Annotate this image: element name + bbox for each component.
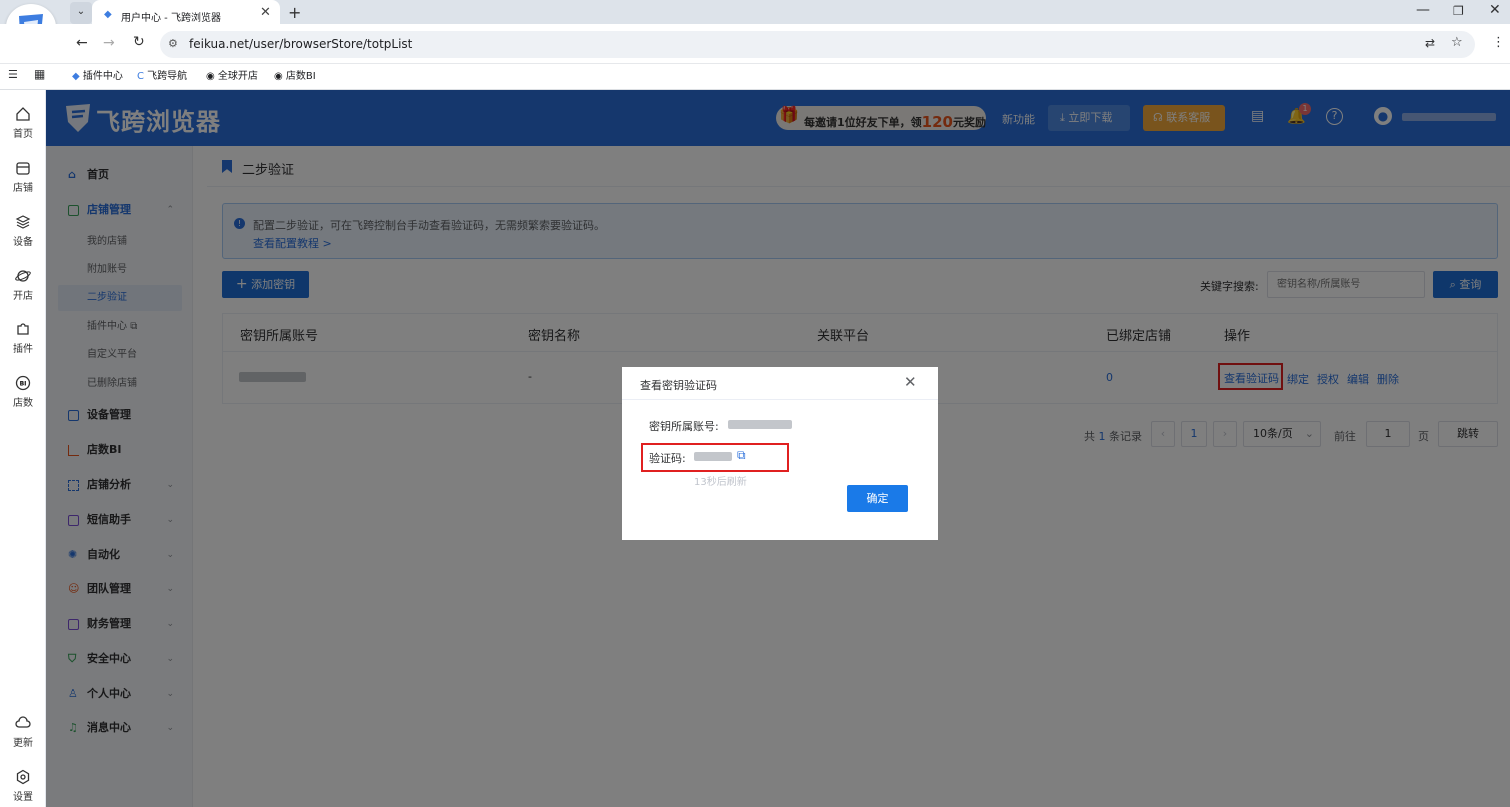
address-bar[interactable]: ⚙ feikua.net/user/browserStore/totpList … — [160, 31, 1475, 58]
forward-icon[interactable]: → — [103, 35, 115, 51]
tab-close-icon[interactable]: ✕ — [260, 5, 271, 20]
browser-menu-icon[interactable]: ⋮ — [1492, 35, 1505, 50]
puzzle-icon — [17, 323, 29, 335]
tab-favicon-icon: ◆ — [104, 9, 112, 20]
bookmark-star-icon[interactable]: ☆ — [1451, 35, 1463, 50]
bookmark-store-bi[interactable]: ◉ 店数BI — [274, 64, 316, 90]
bi-icon: BI — [15, 375, 31, 391]
site-info-icon[interactable]: ⚙ — [168, 37, 178, 50]
cloud-icon — [15, 716, 31, 728]
sidebar-toggle-icon[interactable]: ☰ — [8, 68, 18, 81]
dialog-divider — [622, 399, 938, 400]
restore-button[interactable]: ❐ — [1453, 4, 1464, 18]
copy-icon[interactable]: ⧉ — [737, 448, 746, 463]
apps-icon[interactable]: ▦ — [34, 67, 45, 81]
rail-item-settings[interactable]: 设置 — [0, 769, 46, 803]
rail-item-store[interactable]: 店铺 — [0, 160, 46, 194]
planet-icon — [15, 270, 31, 282]
home-icon — [16, 107, 30, 121]
store-icon — [16, 162, 30, 175]
dialog-account-blurred — [728, 420, 792, 429]
svg-text:BI: BI — [20, 381, 27, 388]
account-label: 密钥所属账号: — [649, 420, 719, 433]
rail-item-home[interactable]: 首页 — [0, 106, 46, 140]
minimize-button[interactable]: — — [1416, 2, 1430, 18]
tab-list-button[interactable]: ⌄ — [70, 2, 92, 24]
refresh-countdown: 13秒后刷新 — [694, 477, 747, 488]
modal-mask-header — [46, 90, 1510, 146]
url-text: feikua.net/user/browserStore/totpList — [189, 37, 413, 51]
layers-icon — [15, 215, 31, 229]
bookmark-global-store[interactable]: ◉ 全球开店 — [206, 64, 258, 90]
confirm-button[interactable]: 确定 — [847, 485, 908, 512]
rail-item-open-store[interactable]: 开店 — [0, 268, 46, 302]
dialog-close-icon[interactable]: ✕ — [904, 373, 917, 391]
rail-item-plugin[interactable]: 插件 — [0, 321, 46, 355]
reload-icon[interactable]: ↻ — [133, 34, 145, 50]
back-icon[interactable]: ← — [76, 35, 88, 51]
app-rail — [0, 90, 46, 807]
verification-code-blurred — [694, 452, 732, 461]
view-code-dialog: 查看密钥验证码 ✕ 密钥所属账号: 验证码: ⧉ 13秒后刷新 确定 — [622, 367, 938, 540]
gear-icon — [16, 769, 30, 785]
rail-item-device[interactable]: 设备 — [0, 214, 46, 248]
dialog-title: 查看密钥验证码 — [640, 379, 717, 392]
translate-icon[interactable]: ⇄ — [1425, 36, 1435, 50]
tab-title: 用户中心 - 飞跨浏览器 — [121, 13, 221, 24]
close-window-button[interactable]: ✕ — [1489, 2, 1501, 18]
bookmark-feikua-nav[interactable]: C 飞跨导航 — [137, 64, 187, 90]
new-tab-button[interactable]: + — [288, 3, 301, 22]
bookmark-plugin-center[interactable]: ◆ 插件中心 — [72, 64, 123, 90]
rail-item-bi[interactable]: BI 店数 — [0, 375, 46, 409]
rail-item-update[interactable]: 更新 — [0, 715, 46, 749]
code-label: 验证码: — [649, 452, 686, 465]
